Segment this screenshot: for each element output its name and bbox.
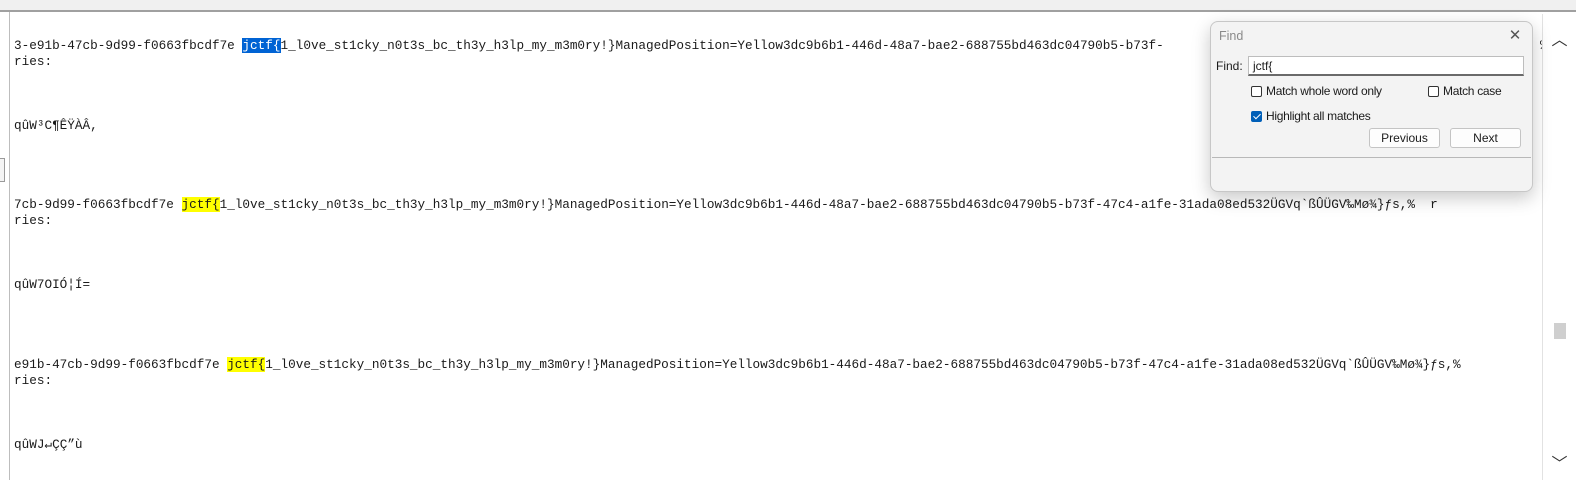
- previous-button[interactable]: Previous: [1369, 128, 1440, 148]
- find-input[interactable]: jctf{: [1248, 56, 1524, 76]
- dialog-divider: [1212, 157, 1531, 158]
- match-case-checkbox[interactable]: Match case: [1428, 84, 1502, 98]
- match-case-label: Match case: [1443, 84, 1502, 98]
- text-line: e91b-47cb-9d99-f0663fbcdf7e jctf{1_l0ve_…: [14, 357, 1461, 372]
- match-whole-word-label: Match whole word only: [1266, 84, 1382, 98]
- text-line: 3-e91b-47cb-9d99-f0663fbcdf7e jctf{1_l0v…: [14, 38, 1542, 53]
- text-line: ries:: [14, 54, 53, 69]
- text-line: qûW7OIÓ¦Í=: [14, 277, 91, 292]
- checkbox-checked-icon: [1251, 110, 1262, 122]
- find-label: Find:: [1216, 59, 1243, 73]
- text-line: qûWJ↵ÇÇ”ù: [14, 437, 83, 452]
- line-text-before-match: e91b-47cb-9d99-f0663fbcdf7e: [14, 357, 228, 372]
- line-text-before-match: 3-e91b-47cb-9d99-f0663fbcdf7e: [14, 38, 243, 53]
- text-line: ries:: [14, 373, 53, 388]
- close-icon[interactable]: ✕: [1506, 26, 1524, 44]
- line-text-before-match: 7cb-9d99-f0663fbcdf7e: [14, 197, 182, 212]
- checkbox-icon: [1428, 85, 1439, 97]
- highlight-all-matches-checkbox[interactable]: Highlight all matches: [1251, 109, 1371, 123]
- left-edge-tab[interactable]: [0, 158, 5, 182]
- checkbox-icon: [1251, 85, 1262, 97]
- line-text-after-match: 1_l0ve_st1cky_n0t3s_bc_th3y_h3lp_my_m3m0…: [265, 357, 1461, 372]
- text-line: ries:: [14, 213, 53, 228]
- scroll-up-icon[interactable]: ︿: [1543, 26, 1576, 50]
- scrollbar-thumb[interactable]: [1554, 323, 1566, 339]
- next-button[interactable]: Next: [1450, 128, 1521, 148]
- find-dialog: Find ✕ Find: jctf{ Match whole word only…: [1210, 21, 1533, 192]
- highlighted-search-match: jctf{: [181, 197, 220, 212]
- text-line: qûW³C¶ÊŸÀÂ,: [14, 118, 98, 133]
- find-dialog-title: Find: [1219, 29, 1244, 43]
- vertical-scrollbar[interactable]: ︿ ﹀: [1542, 14, 1576, 480]
- match-whole-word-checkbox[interactable]: Match whole word only: [1251, 84, 1382, 98]
- selected-search-match: jctf{: [242, 38, 281, 53]
- window-top-bar: [0, 0, 1576, 12]
- left-gutter: [0, 12, 10, 480]
- line-text-after-match: 1_l0ve_st1cky_n0t3s_bc_th3y_h3lp_my_m3m0…: [280, 38, 1164, 53]
- highlight-all-matches-label: Highlight all matches: [1266, 109, 1371, 123]
- line-text-after-match: 1_l0ve_st1cky_n0t3s_bc_th3y_h3lp_my_m3m0…: [219, 197, 1438, 212]
- text-line: 7cb-9d99-f0663fbcdf7e jctf{1_l0ve_st1cky…: [14, 197, 1438, 212]
- highlighted-search-match: jctf{: [227, 357, 266, 372]
- scroll-down-icon[interactable]: ﹀: [1543, 450, 1576, 474]
